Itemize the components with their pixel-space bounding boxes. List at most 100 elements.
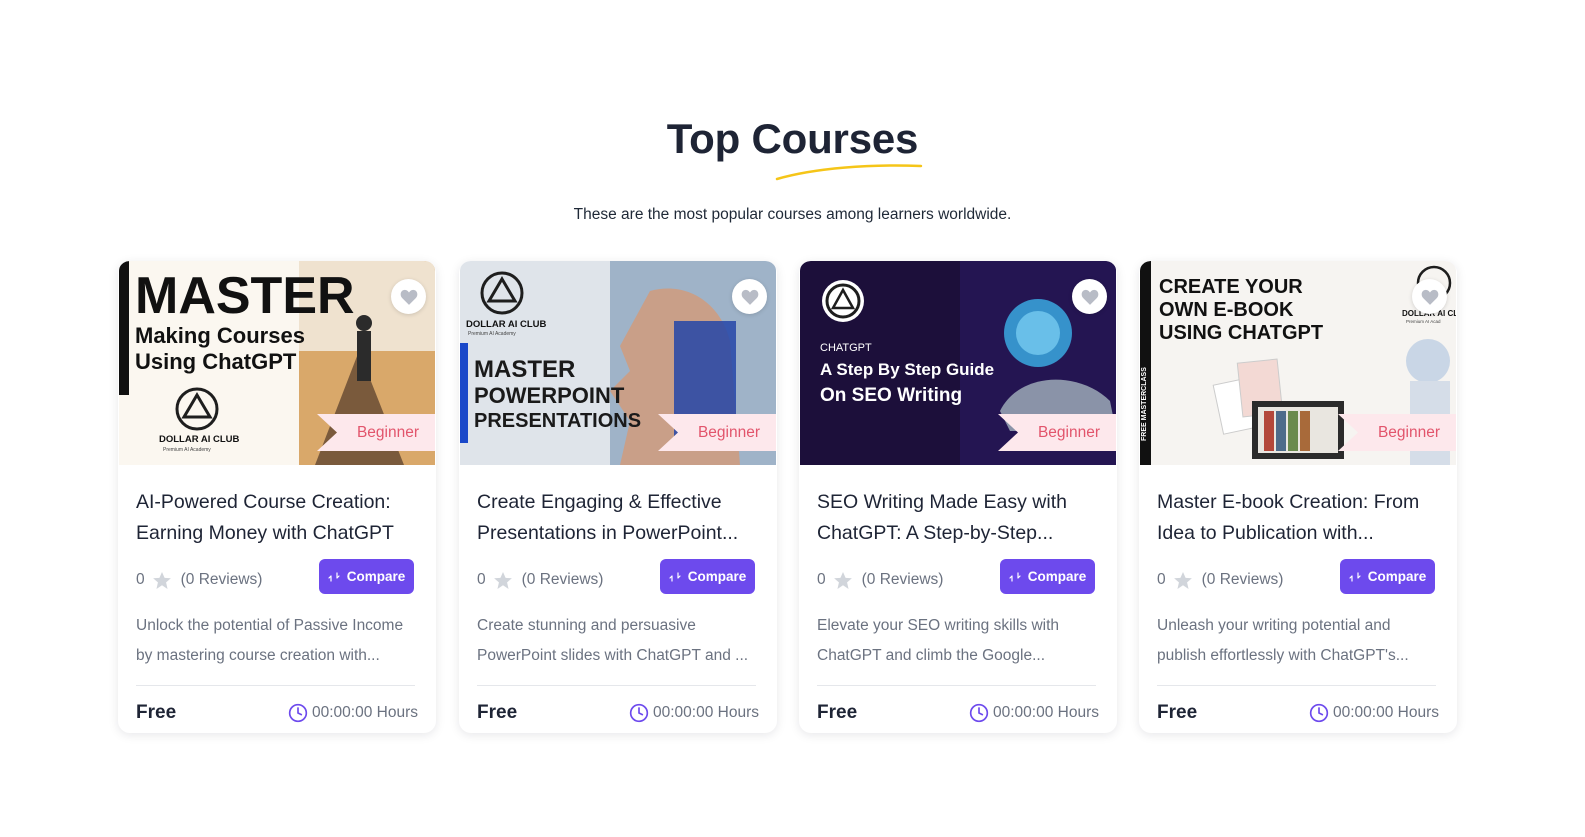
description-line: Create stunning and persuasive — [477, 617, 696, 634]
wishlist-button[interactable] — [1072, 279, 1107, 314]
heart-icon — [1421, 289, 1438, 305]
thumb-line3: USING CHATGPT — [1159, 322, 1323, 344]
section-header: Top Courses These are the most popular c… — [0, 112, 1585, 223]
description-line: PowerPoint slides with ChatGPT and ... — [477, 647, 749, 664]
course-description: Elevate your SEO writing skills with Cha… — [817, 611, 1099, 671]
wishlist-button[interactable] — [1412, 279, 1447, 314]
clock-icon — [288, 703, 308, 723]
course-title[interactable]: Create Engaging & Effective Presentation… — [477, 487, 759, 549]
course-card[interactable]: DOLLAR AI CLUB Premium AI Academy MASTER… — [459, 261, 777, 733]
compare-button[interactable]: Compare — [1340, 559, 1435, 594]
rating-value: 0 — [477, 571, 486, 588]
course-description: Create stunning and persuasive PowerPoin… — [477, 611, 759, 671]
course-title[interactable]: Master E-book Creation: From Idea to Pub… — [1157, 487, 1439, 549]
duration-text: 00:00:00 Hours — [312, 704, 418, 721]
course-price: Free — [136, 702, 177, 723]
course-title[interactable]: AI-Powered Course Creation: Earning Mone… — [136, 487, 418, 549]
course-description: Unleash your writing potential and publi… — [1157, 611, 1439, 671]
rating-row: 0 (0 Reviews) Compare — [817, 559, 1099, 601]
thumb-brand-sub: Premium AI Acad — [1406, 319, 1441, 324]
course-duration: 00:00:00 Hours — [629, 703, 759, 723]
reviews-count: (0 Reviews) — [521, 571, 604, 588]
card-footer: Free 00:00:00 Hours — [136, 686, 418, 733]
compare-button[interactable]: Compare — [1000, 559, 1095, 594]
star-icon — [833, 571, 852, 589]
thumb-line2: A Step By Step Guide — [820, 360, 994, 379]
rating-row: 0 (0 Reviews) Compare — [477, 559, 759, 601]
description-line: by mastering course creation with... — [136, 647, 380, 664]
title-underline — [775, 164, 923, 181]
compare-icon — [1349, 571, 1361, 582]
course-title[interactable]: SEO Writing Made Easy with ChatGPT: A St… — [817, 487, 1099, 549]
section-subtitle: These are the most popular courses among… — [573, 206, 1012, 223]
thumb-headline: MASTER — [474, 356, 575, 383]
compare-icon — [328, 571, 340, 582]
section-title: Top Courses — [666, 115, 919, 162]
star-icon — [493, 571, 512, 589]
reviews-count: (0 Reviews) — [180, 571, 263, 588]
description-line: ChatGPT and climb the Google... — [817, 647, 1046, 664]
thumb-headline: CHATGPT — [820, 342, 872, 354]
course-thumbnail[interactable]: CHATGPT A Step By Step Guide On SEO Writ… — [800, 261, 1116, 465]
heart-icon — [1081, 289, 1098, 305]
rating-value: 0 — [136, 571, 145, 588]
reviews-count: (0 Reviews) — [1201, 571, 1284, 588]
course-duration: 00:00:00 Hours — [969, 703, 1099, 723]
thumb-line3: PRESENTATIONS — [474, 410, 641, 432]
course-duration: 00:00:00 Hours — [288, 703, 418, 723]
thumb-line3: Using ChatGPT — [135, 349, 297, 374]
rating-row: 0 (0 Reviews) Compare — [136, 559, 418, 601]
star-icon — [1173, 571, 1192, 589]
thumb-line2: Making Courses — [135, 323, 305, 348]
duration-text: 00:00:00 Hours — [1333, 704, 1439, 721]
course-price: Free — [1157, 702, 1198, 723]
clock-icon — [969, 703, 989, 723]
clock-icon — [629, 703, 649, 723]
course-thumbnail[interactable]: DOLLAR AI CLUB Premium AI Academy MASTER… — [460, 261, 776, 465]
heart-icon — [400, 289, 417, 305]
card-footer: Free 00:00:00 Hours — [477, 686, 759, 733]
card-footer: Free 00:00:00 Hours — [1157, 686, 1439, 733]
course-price: Free — [477, 702, 518, 723]
compare-label: Compare — [1367, 569, 1427, 584]
reviews-count: (0 Reviews) — [861, 571, 944, 588]
description-line: Unleash your writing potential and — [1157, 617, 1391, 634]
description-line: Elevate your SEO writing skills with — [817, 617, 1060, 634]
compare-button[interactable]: Compare — [319, 559, 414, 594]
thumb-side-label: FREE MASTERCLASS — [1141, 367, 1148, 441]
compare-label: Compare — [687, 569, 747, 584]
thumb-brand-sub: Premium AI Academy — [468, 331, 516, 337]
description-line: publish effortlessly with ChatGPT's... — [1157, 647, 1409, 664]
star-icon — [152, 571, 171, 589]
thumb-line2: OWN E-BOOK — [1159, 299, 1294, 321]
heart-icon — [741, 289, 758, 305]
course-card[interactable]: MASTER Making Courses Using ChatGPT DOLL… — [118, 261, 436, 733]
compare-icon — [1009, 571, 1021, 582]
thumb-brand-sub: Premium AI Academy — [163, 447, 211, 453]
compare-button[interactable]: Compare — [660, 559, 755, 594]
compare-label: Compare — [1027, 569, 1087, 584]
wishlist-button[interactable] — [391, 279, 426, 314]
thumb-line2: POWERPOINT — [474, 383, 625, 408]
thumb-line3: On SEO Writing — [820, 385, 962, 406]
clock-icon — [1309, 703, 1329, 723]
duration-text: 00:00:00 Hours — [653, 704, 759, 721]
course-description: Unlock the potential of Passive Income b… — [136, 611, 418, 671]
course-duration: 00:00:00 Hours — [1309, 703, 1439, 723]
rating-row: 0 (0 Reviews) Compare — [1157, 559, 1439, 601]
thumb-brand: DOLLAR AI CLUB — [159, 434, 240, 445]
thumb-headline: CREATE YOUR — [1159, 276, 1303, 298]
course-card[interactable]: FREE MASTERCLASS CREATE YOUR OWN E-BOOK … — [1139, 261, 1457, 733]
course-price: Free — [817, 702, 858, 723]
duration-text: 00:00:00 Hours — [993, 704, 1099, 721]
wishlist-button[interactable] — [732, 279, 767, 314]
rating-value: 0 — [817, 571, 826, 588]
thumb-brand: DOLLAR AI CLUB — [466, 319, 547, 330]
card-footer: Free 00:00:00 Hours — [817, 686, 1099, 733]
course-thumbnail[interactable]: MASTER Making Courses Using ChatGPT DOLL… — [119, 261, 435, 465]
course-thumbnail[interactable]: FREE MASTERCLASS CREATE YOUR OWN E-BOOK … — [1140, 261, 1456, 465]
compare-icon — [669, 571, 681, 582]
rating-value: 0 — [1157, 571, 1166, 588]
course-card[interactable]: CHATGPT A Step By Step Guide On SEO Writ… — [799, 261, 1117, 733]
description-line: Unlock the potential of Passive Income — [136, 617, 404, 634]
